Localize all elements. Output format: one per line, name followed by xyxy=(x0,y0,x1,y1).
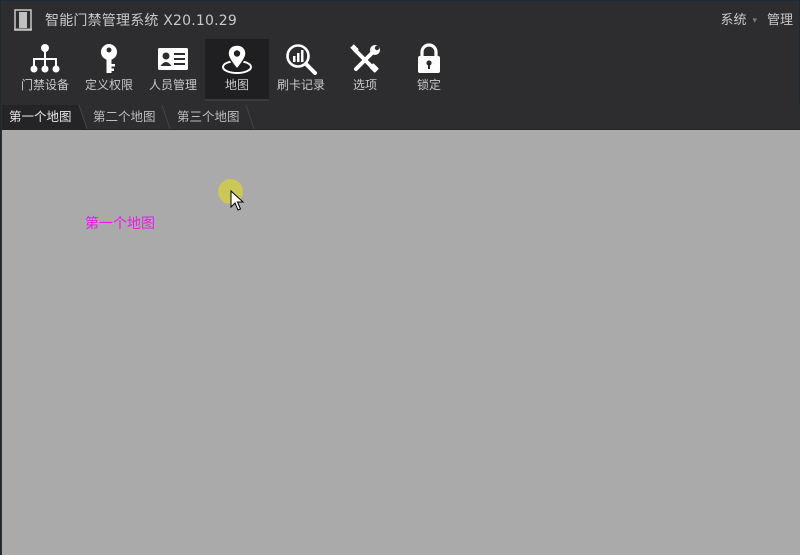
window-title: 智能门禁管理系统 X20.10.29 xyxy=(45,13,237,29)
app-window: 智能门禁管理系统 X20.10.29 系统 ▾ 管理 门禁设备 定义权限 人员管… xyxy=(0,0,800,555)
search-chart-icon xyxy=(286,44,317,75)
toolbar-button-permissions[interactable]: 定义权限 xyxy=(77,39,141,101)
toolbar-label: 刷卡记录 xyxy=(276,78,325,92)
toolbar-button-map[interactable]: 地图 xyxy=(205,39,269,101)
title-bar: 智能门禁管理系统 X20.10.29 系统 ▾ 管理 xyxy=(1,1,799,39)
top-menu: 系统 ▾ 管理 xyxy=(720,12,793,30)
toolbar-button-devices[interactable]: 门禁设备 xyxy=(13,39,77,101)
toolbar-button-options[interactable]: 选项 xyxy=(333,39,397,101)
main-toolbar: 门禁设备 定义权限 人员管理 地图 刷卡记录 选项 锁定 xyxy=(13,39,461,101)
menu-system[interactable]: 系统 xyxy=(720,12,746,30)
id-card-icon xyxy=(158,48,188,70)
toolbar-label: 锁定 xyxy=(416,78,441,92)
map-label[interactable]: 第一个地图 xyxy=(85,215,155,233)
toolbar-button-personnel[interactable]: 人员管理 xyxy=(141,39,205,101)
tools-icon xyxy=(350,44,380,73)
chevron-down-icon: ▾ xyxy=(752,16,757,26)
tab-label: 第一个地图 xyxy=(9,109,72,124)
toolbar-label: 定义权限 xyxy=(84,78,133,92)
tab-label: 第三个地图 xyxy=(177,109,240,124)
tab-edge xyxy=(245,105,255,129)
door-logo-icon xyxy=(14,9,32,31)
menu-manage[interactable]: 管理 xyxy=(767,12,793,30)
tab-map-3[interactable]: 第三个地图 xyxy=(170,105,255,129)
tab-map-1[interactable]: 第一个地图 xyxy=(2,105,87,129)
map-pin-icon xyxy=(222,44,252,74)
toolbar-label: 门禁设备 xyxy=(20,78,69,92)
tab-label: 第二个地图 xyxy=(93,109,156,124)
toolbar-button-lock[interactable]: 锁定 xyxy=(397,39,461,101)
org-tree-icon xyxy=(30,44,60,73)
toolbar-button-records[interactable]: 刷卡记录 xyxy=(269,39,333,101)
toolbar-label: 地图 xyxy=(224,78,249,92)
toolbar-label: 选项 xyxy=(352,78,377,92)
map-canvas[interactable]: 第一个地图 xyxy=(2,130,800,555)
key-icon xyxy=(101,44,117,73)
lock-icon xyxy=(418,43,440,73)
toolbar-label: 人员管理 xyxy=(148,78,197,92)
tab-map-2[interactable]: 第二个地图 xyxy=(86,105,171,129)
map-tabs: 第一个地图 第二个地图 第三个地图 xyxy=(2,105,800,130)
mouse-cursor-icon xyxy=(230,190,244,211)
